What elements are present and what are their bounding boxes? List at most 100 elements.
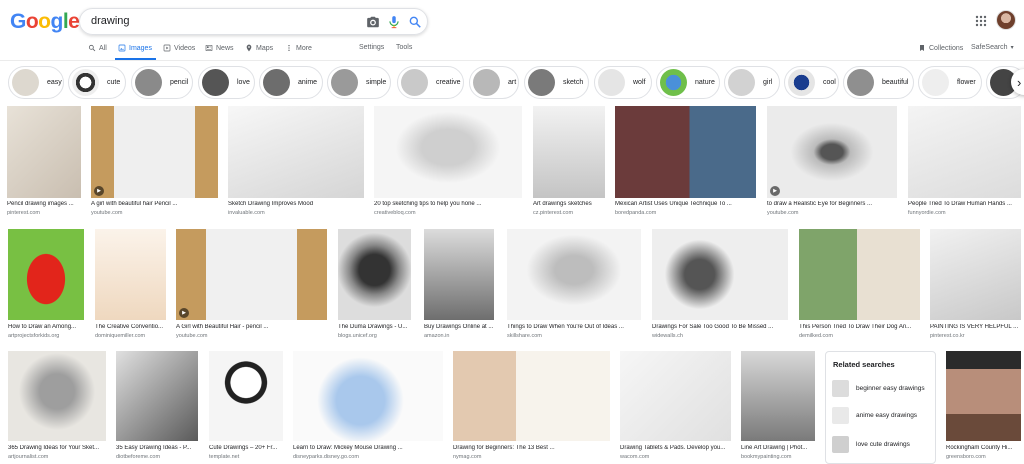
image-result[interactable]: Drawing Tablets & Pads. Develop you... w… (620, 351, 731, 464)
result-thumbnail[interactable] (620, 351, 731, 441)
result-title[interactable]: Sketch Drawing Improves Mood (228, 201, 364, 207)
result-title[interactable]: A Girl with Beautiful Hair - pencil ... (176, 324, 327, 330)
result-title[interactable]: Drawings For Sale Too Good To Be Missed … (652, 324, 788, 330)
tab-all[interactable]: All (88, 44, 107, 52)
tab-maps[interactable]: Maps (245, 44, 273, 52)
account-avatar[interactable] (996, 10, 1016, 30)
result-thumbnail[interactable] (799, 229, 920, 320)
result-thumbnail[interactable] (338, 229, 411, 320)
result-thumbnail[interactable] (209, 351, 283, 441)
result-title[interactable]: Drawing Tablets & Pads. Develop you... (620, 445, 731, 451)
result-thumbnail[interactable] (8, 351, 106, 441)
image-result[interactable]: Drawings For Sale Too Good To Be Missed … (652, 229, 788, 341)
result-title[interactable]: A girl with beautiful hair Pencil ... (91, 201, 218, 207)
image-result[interactable]: Drawing for Beginners: The 13 Best ... n… (453, 351, 610, 464)
result-thumbnail[interactable] (741, 351, 815, 441)
result-thumbnail[interactable] (615, 106, 756, 198)
image-result[interactable]: Mexican Artist Uses Unique Technique To … (615, 106, 756, 218)
image-result[interactable]: 35 Easy Drawing Ideas - P... diotbeforem… (116, 351, 198, 464)
chip[interactable]: simple (327, 66, 391, 99)
result-thumbnail[interactable] (8, 229, 84, 320)
result-thumbnail[interactable] (908, 106, 1021, 198)
chip[interactable]: cute (68, 66, 126, 99)
search-box[interactable]: drawing (79, 8, 428, 35)
result-title[interactable]: Things to Draw When You're Out of Ideas … (507, 324, 641, 330)
result-thumbnail[interactable] (946, 351, 1021, 441)
result-thumbnail[interactable] (533, 106, 605, 198)
image-result[interactable]: Learn to Draw: Mickey Mouse Drawing ... … (293, 351, 443, 464)
result-thumbnail[interactable] (424, 229, 494, 320)
result-title[interactable]: 20 top sketching tips to help you hone .… (374, 201, 522, 207)
chip[interactable]: love (198, 66, 255, 99)
tab-more[interactable]: More (285, 44, 312, 52)
result-title[interactable]: PAINTING IS VERY HELPFUL ... (930, 324, 1021, 330)
result-thumbnail[interactable] (91, 106, 218, 198)
image-result[interactable]: PAINTING IS VERY HELPFUL ... pinterest.c… (930, 229, 1021, 341)
image-result[interactable]: 365 Drawing Ideas for Your Sket... artjo… (8, 351, 106, 464)
result-thumbnail[interactable] (507, 229, 641, 320)
image-result[interactable]: Art drawings sketches cz.pinterest.com (533, 106, 605, 218)
tab-videos[interactable]: Videos (163, 44, 195, 52)
result-title[interactable]: Art drawings sketches (533, 201, 605, 207)
image-result[interactable]: Buy Drawings Online at ... amazon.in (424, 229, 494, 341)
image-result[interactable]: This Person Tried To Draw Their Dog An..… (799, 229, 920, 341)
microphone-icon[interactable] (387, 15, 401, 29)
result-title[interactable]: Line Art Drawing | Phot... (741, 445, 815, 451)
image-result[interactable]: Things to Draw When You're Out of Ideas … (507, 229, 641, 341)
result-title[interactable]: Pencil drawing images ... (7, 201, 81, 207)
result-thumbnail[interactable] (293, 351, 443, 441)
result-title[interactable]: How to Draw an Among... (8, 324, 84, 330)
result-title[interactable]: Buy Drawings Online at ... (424, 324, 494, 330)
related-search-item[interactable]: beginner easy drawings (832, 380, 932, 397)
related-search-item[interactable]: anime easy drawings (832, 407, 932, 424)
chip[interactable]: flower (918, 66, 982, 99)
image-result[interactable]: ▶ A Girl with Beautiful Hair - pencil ..… (176, 229, 327, 341)
chip[interactable]: easy (8, 66, 64, 99)
result-thumbnail[interactable] (374, 106, 522, 198)
chip[interactable]: creative (397, 66, 464, 99)
image-result[interactable]: Cute Drawings – 20+ Fr... template.net (209, 351, 283, 464)
chip[interactable]: nature (656, 66, 720, 99)
result-thumbnail[interactable] (930, 229, 1021, 320)
search-icon[interactable] (408, 15, 422, 29)
chip[interactable]: sketch (524, 66, 589, 99)
result-title[interactable]: to draw a Realistic Eye for Beginners ..… (767, 201, 897, 207)
apps-grid-icon[interactable] (975, 15, 987, 27)
image-result[interactable]: The Creative Conventio... dominiquemille… (95, 229, 166, 341)
camera-icon[interactable] (366, 15, 380, 29)
chip[interactable]: cool (784, 66, 839, 99)
result-thumbnail[interactable] (453, 351, 610, 441)
result-title[interactable]: 365 Drawing Ideas for Your Sket... (8, 445, 106, 451)
result-title[interactable]: People Tried To Draw Human Hands ... (908, 201, 1021, 207)
safesearch-menu[interactable]: SafeSearch ▾ (971, 44, 1014, 51)
image-result[interactable]: The Duma Drawings - U... blogs.unicef.or… (338, 229, 411, 341)
result-title[interactable]: Mexican Artist Uses Unique Technique To … (615, 201, 756, 207)
image-result[interactable]: How to Draw an Among... artprojectsforki… (8, 229, 84, 341)
result-title[interactable]: Learn to Draw: Mickey Mouse Drawing ... (293, 445, 443, 451)
tab-news[interactable]: News (205, 44, 234, 52)
image-result[interactable]: ▶ to draw a Realistic Eye for Beginners … (767, 106, 897, 218)
chip[interactable]: anime (259, 66, 323, 99)
result-title[interactable]: The Duma Drawings - U... (338, 324, 411, 330)
image-result[interactable]: ▶ A girl with beautiful hair Pencil ... … (91, 106, 218, 218)
result-thumbnail[interactable] (95, 229, 166, 320)
image-result[interactable]: 20 top sketching tips to help you hone .… (374, 106, 522, 218)
chip[interactable]: art (469, 66, 519, 99)
search-input[interactable]: drawing (91, 15, 130, 27)
google-logo[interactable]: Google (10, 11, 80, 33)
result-title[interactable]: The Creative Conventio... (95, 324, 166, 330)
result-title[interactable]: This Person Tried To Draw Their Dog An..… (799, 324, 920, 330)
result-title[interactable]: Rockingham County Hi... (946, 445, 1021, 451)
result-thumbnail[interactable] (7, 106, 81, 198)
related-search-item[interactable]: love cute drawings (832, 436, 932, 453)
image-result[interactable]: Pencil drawing images ... pinterest.com (7, 106, 81, 218)
chip[interactable]: beautiful (843, 66, 914, 99)
result-thumbnail[interactable] (652, 229, 788, 320)
result-title[interactable]: 35 Easy Drawing Ideas - P... (116, 445, 198, 451)
settings-link[interactable]: Settings (359, 44, 384, 51)
tab-images[interactable]: Images (118, 44, 152, 52)
chip[interactable]: girl (724, 66, 780, 99)
result-thumbnail[interactable] (176, 229, 327, 320)
result-title[interactable]: Drawing for Beginners: The 13 Best ... (453, 445, 610, 451)
chip[interactable]: pencil (131, 66, 193, 99)
